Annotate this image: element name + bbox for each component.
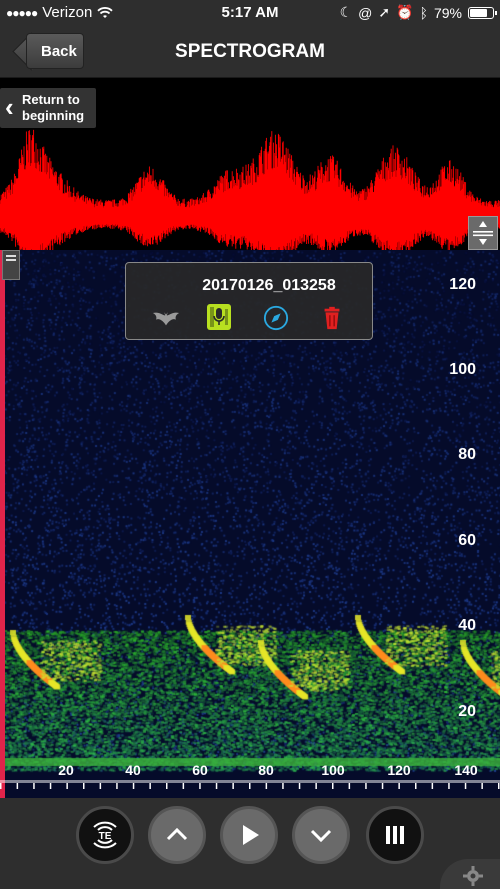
mic-device-icon[interactable] [206,303,232,331]
x-tick-mark [16,783,19,789]
bluetooth-icon: ᛒ [419,4,428,21]
drag-handle-icon[interactable] [2,250,20,280]
menu-button[interactable] [366,806,424,864]
gear-icon [463,866,483,886]
lock-rotation-icon: @ [358,4,373,21]
x-tick-mark [431,783,434,789]
x-tick-label: 100 [321,762,345,778]
x-tick-label: 40 [125,762,141,778]
down-button[interactable] [292,806,350,864]
resize-handle-icon[interactable] [468,216,498,250]
te-button[interactable]: TE [76,806,134,864]
recording-filename: 20170126_013258 [202,277,336,294]
y-tick-label: 20 [458,703,476,720]
x-tick-mark [282,783,284,789]
x-tick-mark [232,783,234,789]
x-tick-mark [365,783,367,789]
x-tick-mark [215,783,218,789]
recording-info-popup: 20170126_013258 [125,262,373,340]
nav-bar: Back SPECTROGRAM [0,26,500,78]
battery-percent: 79% [433,4,462,21]
x-tick-mark [481,783,483,789]
settings-tab[interactable] [440,859,500,889]
bottom-toolbar: TE [0,798,500,889]
play-icon [243,825,259,845]
chevron-up-icon [166,827,188,841]
chevron-left-icon: ‹ [5,92,14,122]
status-bar: ●●●●● Verizon 5:17 AM ☾ @ ➚ ⏰ ᛒ 79% [0,0,500,26]
y-tick-label: 40 [458,617,476,634]
x-tick-mark [498,783,500,789]
waveform-view[interactable]: ‹ Return to beginning [0,78,500,250]
x-tick-mark [182,783,185,789]
x-tick-mark [398,783,400,789]
x-tick-label: 60 [192,762,208,778]
chevron-down-icon [310,829,332,843]
x-tick-mark [166,783,168,789]
svg-text:TE: TE [99,831,112,842]
x-tick-label: 120 [387,762,411,778]
x-tick-mark [49,783,52,789]
x-tick-mark [415,783,417,789]
x-tick-mark [132,783,135,789]
up-button[interactable] [148,806,206,864]
x-tick-mark [249,783,251,789]
y-tick-label: 120 [449,276,476,293]
x-tick-mark [66,783,68,789]
x-tick-label: 140 [454,762,478,778]
return-label-line1: Return to [22,92,80,107]
x-tick-mark [381,783,384,789]
bat-icon[interactable] [152,305,180,331]
x-tick-label: 80 [258,762,274,778]
x-tick-label: 20 [58,762,74,778]
page-title: SPECTROGRAM [175,41,325,62]
x-tick-mark [149,783,151,789]
x-tick-mark [265,783,268,789]
x-tick-mark [199,783,201,789]
x-tick-mark [464,783,467,789]
x-tick-mark [99,783,102,789]
x-tick-mark [315,783,317,789]
playhead-bar[interactable] [0,250,5,798]
trash-icon[interactable] [318,305,346,331]
x-tick-mark [348,783,351,789]
y-tick-label: 80 [458,446,476,463]
play-button[interactable] [220,806,278,864]
x-axis: 20 40 60 80 100 120 140 [0,762,500,798]
battery-icon [468,6,497,19]
return-to-beginning-button[interactable]: ‹ Return to beginning [0,88,96,128]
alarm-icon: ⏰ [396,4,414,20]
y-tick-label: 100 [449,361,476,378]
spectrogram-view[interactable]: 120 100 80 60 40 20 20 40 60 80 100 120 … [0,250,500,798]
moon-icon: ☾ [339,4,353,20]
x-tick-mark [448,783,450,789]
location-icon: ➚ [378,4,391,20]
x-tick-mark [332,783,334,789]
compass-icon[interactable] [262,305,290,331]
x-tick-mark [33,783,35,789]
x-tick-mark [298,783,301,789]
return-label-line2: beginning [22,108,85,123]
x-tick-mark [83,783,85,789]
x-tick-mark [0,783,2,789]
te-icon: TE [93,821,117,849]
y-tick-label: 60 [458,532,476,549]
x-tick-mark [116,783,118,789]
bars-icon [386,826,404,844]
